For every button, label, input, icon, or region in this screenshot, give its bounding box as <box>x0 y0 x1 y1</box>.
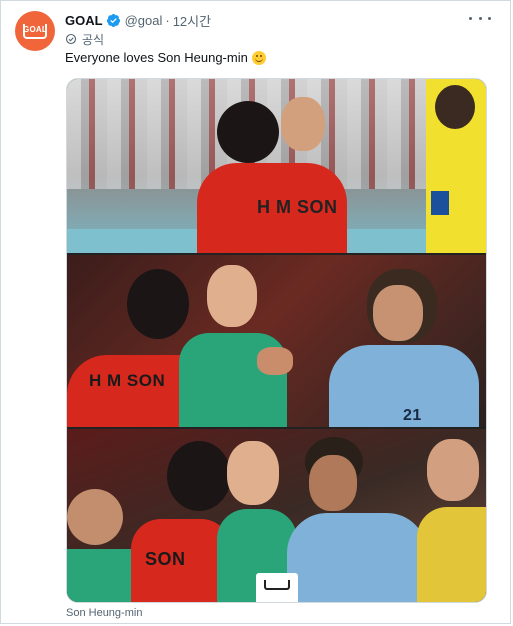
tweet-header: GOAL @goal · 12시간 <box>65 11 211 29</box>
tweet-card[interactable]: GOAL GOAL @goal · 12시간 공식 Everyone loves… <box>0 0 511 624</box>
uruguay-jersey-2 <box>287 513 427 602</box>
son-hair-2 <box>167 441 231 511</box>
bystander-jersey <box>67 549 137 602</box>
author-handle[interactable]: @goal <box>125 13 163 28</box>
official-badge-icon <box>65 33 77 45</box>
goal-watermark <box>256 573 298 602</box>
goalkeeper-face <box>207 265 257 327</box>
official-label: 공식 <box>82 32 105 47</box>
player-hair <box>217 101 279 163</box>
referee-head <box>435 85 475 129</box>
avatar[interactable]: GOAL <box>15 11 55 51</box>
media-caption: Son Heung-min <box>66 607 143 619</box>
more-options-icon[interactable] <box>469 11 491 25</box>
photo-top[interactable]: H M SON <box>67 79 486 253</box>
jersey-name-middle: H M SON <box>89 371 166 390</box>
goalkeeper-face-2 <box>227 441 279 505</box>
timestamp[interactable]: 12시간 <box>173 11 211 30</box>
fifa-patch <box>431 191 449 215</box>
goal-logo-icon: GOAL <box>23 23 47 39</box>
nunez-face <box>309 455 357 511</box>
photo-middle[interactable]: H M SON 21 <box>67 255 486 427</box>
separator: · <box>165 12 170 28</box>
player-face <box>281 97 325 151</box>
tweet-text-row: Everyone loves Son Heung-min <box>65 50 266 65</box>
jersey-name-bottom: SON <box>145 549 186 569</box>
son-hair <box>127 269 189 339</box>
tweet-media[interactable]: H M SON H M SON 21 SON <box>66 78 487 603</box>
cavani-face <box>373 285 423 341</box>
goal-watermark-icon <box>264 580 290 590</box>
author-name[interactable]: GOAL <box>65 13 103 28</box>
tweet-text: Everyone loves Son Heung-min <box>65 50 248 65</box>
handshake <box>257 347 293 375</box>
bystander-face <box>67 489 123 545</box>
player-face-right <box>427 439 479 501</box>
avatar-text: GOAL <box>23 24 47 34</box>
smiling-face-emoji-icon <box>251 50 266 65</box>
official-label-row: 공식 <box>65 31 104 47</box>
jersey-name-top: H M SON <box>257 197 338 217</box>
yellow-jersey-right <box>417 507 486 602</box>
jersey-number-middle: 21 <box>403 407 422 424</box>
verified-badge-icon <box>106 13 120 27</box>
